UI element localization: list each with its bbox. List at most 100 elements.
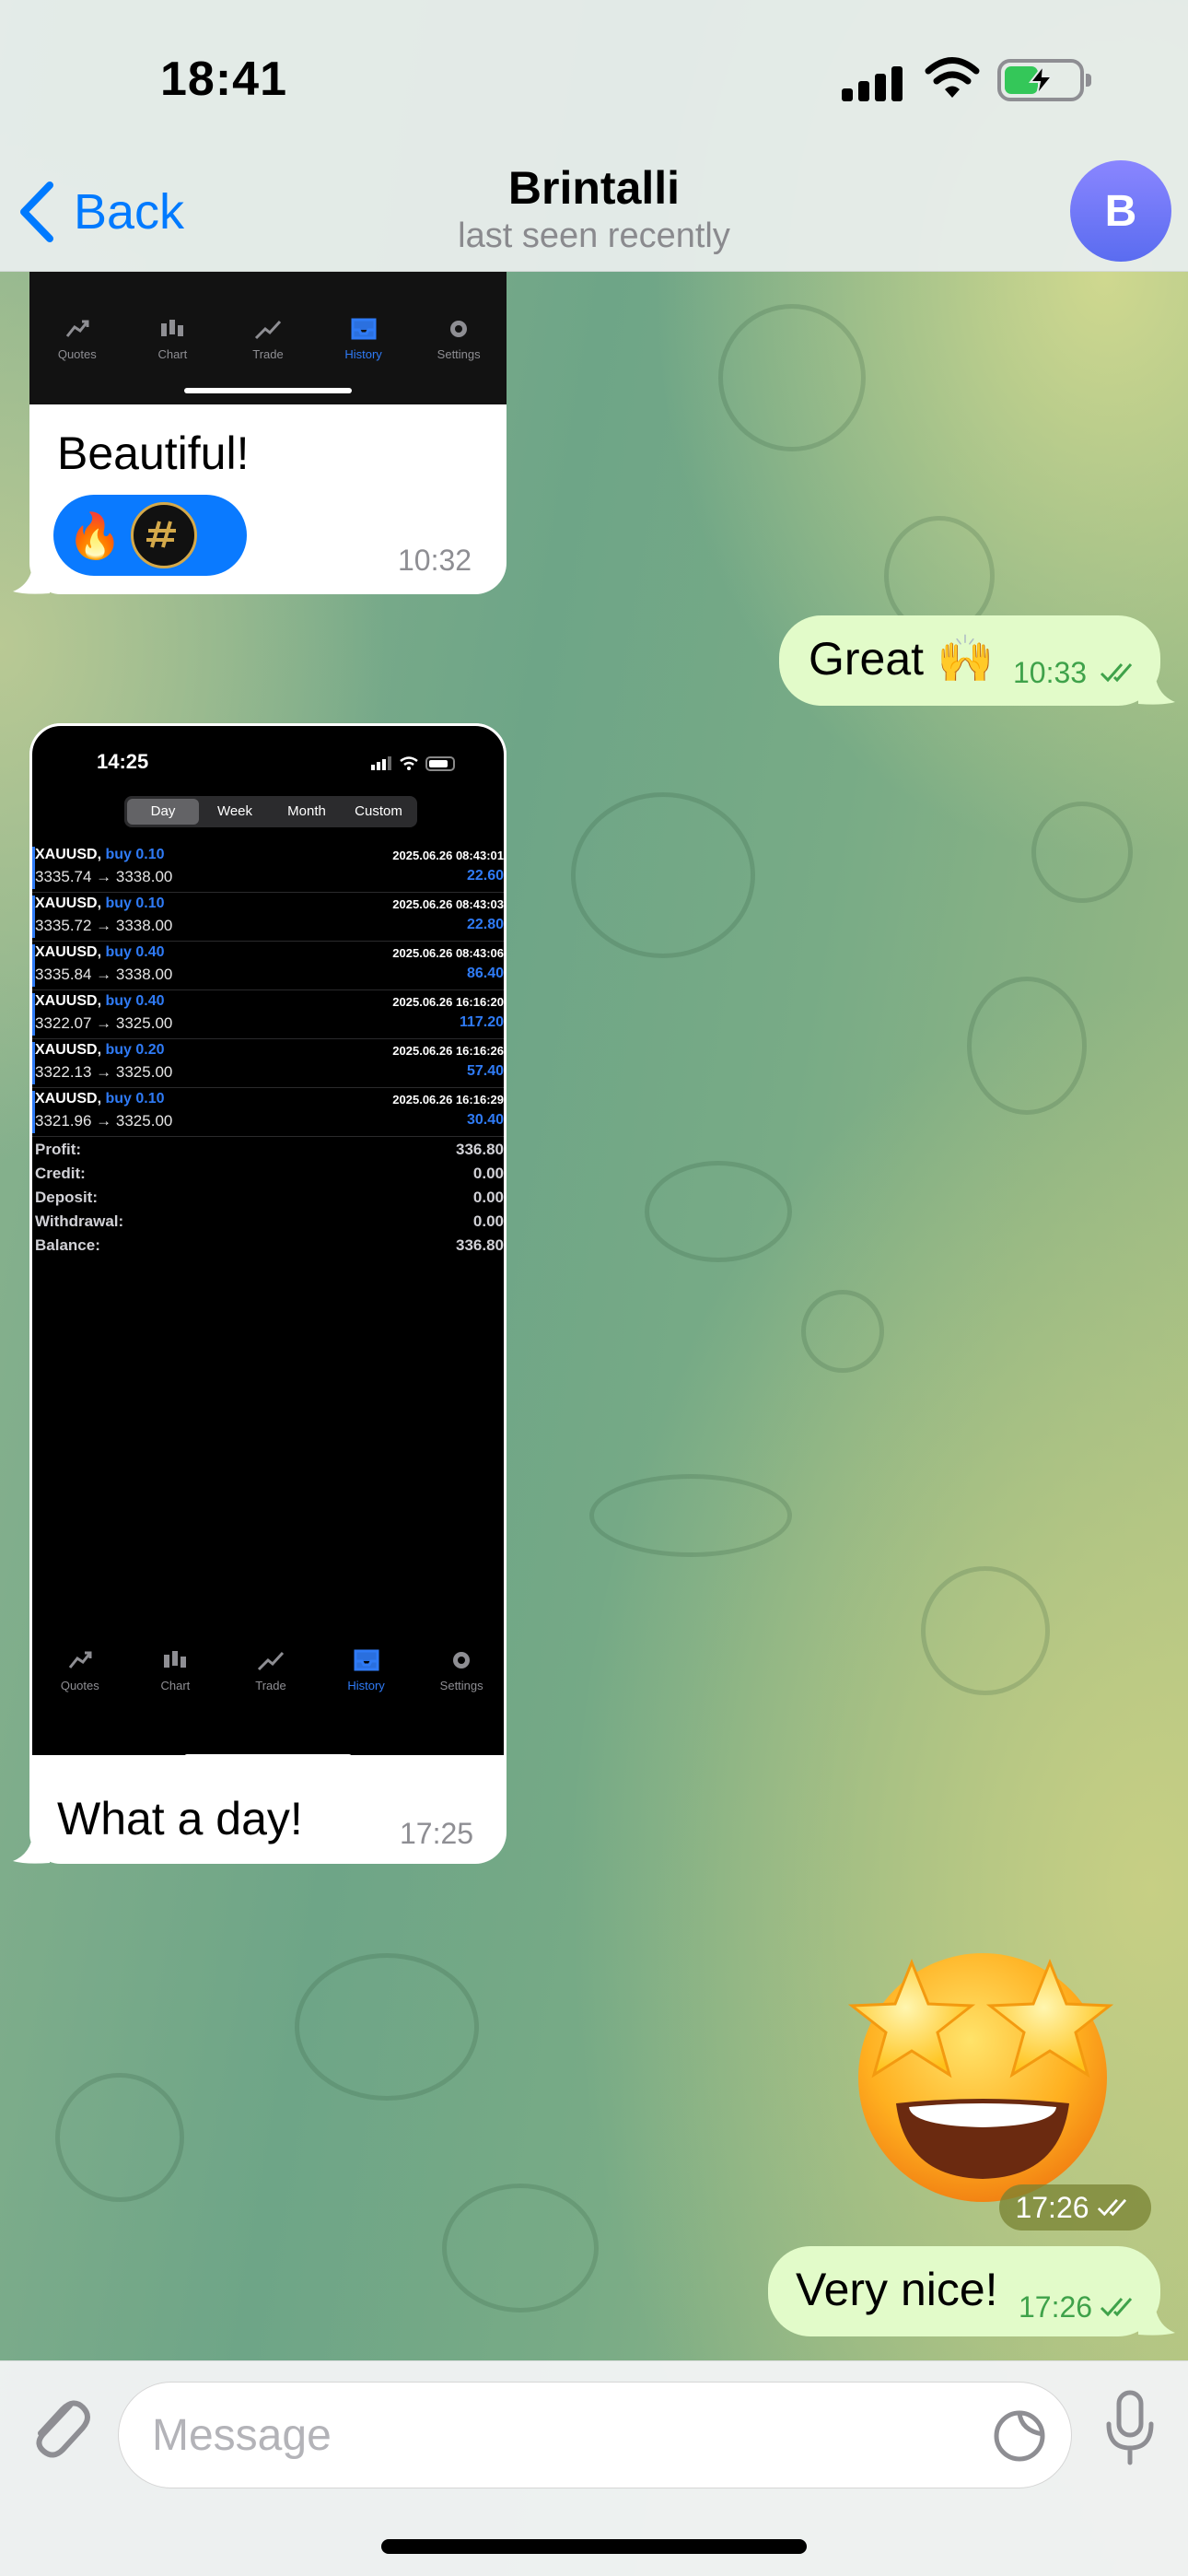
- tab-history: History: [319, 1647, 414, 1692]
- deal-side: buy 0.10: [105, 1091, 165, 1107]
- trade-icon: [254, 320, 282, 340]
- deal-date: 2025.06.26 16:16:29: [392, 1093, 504, 1107]
- deal-symbol: XAUUSD, buy 0.40: [35, 944, 165, 960]
- deal-row: XAUUSD, buy 0.10 2025.06.26 08:43:03 3335.…: [32, 893, 504, 942]
- quotes-icon: [68, 1651, 92, 1669]
- read-checkmarks-icon: [1100, 2298, 1133, 2317]
- message-field[interactable]: [118, 2382, 1072, 2488]
- outgoing-message[interactable]: Great 🙌 10:33: [779, 615, 1160, 706]
- incoming-photo-message[interactable]: Quotes Chart Trade History Settings Beau…: [29, 272, 507, 594]
- deal-row: XAUUSD, buy 0.10 2025.06.26 16:16:29 3321.…: [32, 1088, 504, 1137]
- message-text: Great 🙌: [809, 633, 995, 685]
- trade-icon: [257, 1651, 285, 1671]
- summary-value: 336.80: [456, 1236, 504, 1254]
- summary-value: 0.00: [472, 1188, 504, 1206]
- chat-title[interactable]: Brintalli: [0, 161, 1188, 215]
- tab-chart: Chart: [125, 316, 221, 361]
- summary-label: Profit:: [35, 1141, 82, 1158]
- message-text: Beautiful!: [57, 427, 250, 479]
- message-time: 17:26: [1019, 2290, 1093, 2324]
- deal-date: 2025.06.26 08:43:01: [392, 849, 504, 862]
- home-indicator: [381, 2539, 807, 2554]
- deal-symbol: XAUUSD, buy 0.40: [35, 993, 165, 1009]
- outgoing-message[interactable]: Very nice! 17:26: [768, 2246, 1160, 2336]
- bubble-tail: [13, 1832, 50, 1864]
- deal-prices: 3335.74 → 3338.00: [35, 868, 173, 885]
- wifi-icon: [925, 57, 980, 98]
- tab-settings: Settings: [411, 316, 507, 361]
- read-checkmarks-icon: [1097, 2198, 1126, 2217]
- message-text: What a day!: [57, 1793, 303, 1844]
- message-reactions[interactable]: 🔥: [53, 495, 247, 576]
- tab-trade: Trade: [223, 1647, 319, 1692]
- microphone-icon[interactable]: [1101, 2389, 1159, 2466]
- avatar[interactable]: B: [1070, 160, 1171, 262]
- deal-row: XAUUSD, buy 0.40 2025.06.26 16:16:20 3322.…: [32, 990, 504, 1039]
- deal-side: buy 0.40: [105, 993, 165, 1009]
- cellular-signal-icon: [842, 64, 906, 101]
- tab-quotes: Quotes: [32, 1647, 128, 1692]
- deal-profit: 57.40: [466, 1063, 504, 1079]
- deal-row: XAUUSD, buy 0.40 2025.06.26 08:43:06 3335.…: [32, 942, 504, 990]
- deal-date: 2025.06.26 16:16:26: [392, 1044, 504, 1058]
- chat-status: last seen recently: [458, 217, 730, 255]
- deal-prices: 3335.72 → 3338.00: [35, 917, 173, 934]
- bubble-tail: [13, 562, 50, 594]
- deal-side: buy 0.20: [105, 1042, 165, 1058]
- summary-value: 336.80: [456, 1141, 504, 1158]
- deal-profit: 117.20: [459, 1014, 504, 1030]
- deal-row: XAUUSD, buy 0.10 2025.06.26 08:43:01 3335.…: [32, 844, 504, 893]
- segment-month: Month: [287, 803, 326, 819]
- summary-row: Withdrawal: 0.00: [32, 1212, 504, 1236]
- segment-day: Day: [127, 799, 199, 825]
- summary-value: 0.00: [472, 1165, 504, 1182]
- sticker-time-badge: 17:26: [999, 2184, 1151, 2231]
- screenshot-home-indicator: [184, 1754, 352, 1755]
- deal-side: buy 0.40: [105, 944, 165, 960]
- deal-symbol: XAUUSD, buy 0.10: [35, 896, 165, 911]
- summary-row: Profit: 336.80: [32, 1141, 504, 1165]
- message-text: Very nice!: [796, 2264, 998, 2315]
- screenshot-tabbar: Quotes Chart Trade History Settings: [29, 316, 507, 361]
- bubble-tail: [1138, 673, 1175, 705]
- summary-label: Withdrawal:: [35, 1212, 124, 1230]
- deal-prices: 3322.13 → 3325.00: [35, 1063, 173, 1081]
- settings-icon: [450, 321, 468, 337]
- hashtag-logo-icon: [146, 521, 176, 548]
- screenshot-tabbar: Quotes Chart Trade History Settings: [32, 1647, 504, 1692]
- sticker-icon[interactable]: [992, 2408, 1047, 2464]
- read-checkmarks-icon: [1100, 663, 1133, 683]
- message-input[interactable]: [152, 2383, 962, 2488]
- deal-prices: 3335.84 → 3338.00: [35, 966, 173, 983]
- summary-row: Balance: 336.80: [32, 1236, 504, 1260]
- deal-prices: 3322.07 → 3325.00: [35, 1014, 173, 1032]
- history-icon: [351, 318, 377, 340]
- deal-row: XAUUSD, buy 0.20 2025.06.26 16:16:26 3322.…: [32, 1039, 504, 1088]
- deal-profit: 22.80: [466, 917, 504, 932]
- screenshot-status-icons: [371, 756, 455, 771]
- shared-screenshot-image[interactable]: Quotes Chart Trade History Settings: [29, 272, 507, 404]
- reactor-avatar: [131, 502, 197, 568]
- incoming-photo-message[interactable]: 14:25 Day Week Month Custom XAUUSD, buy …: [29, 723, 507, 1864]
- message-time: 10:33: [1013, 656, 1088, 689]
- segment-custom: Custom: [355, 803, 402, 819]
- screenshot-status-time: 14:25: [97, 750, 149, 773]
- paperclip-icon[interactable]: [26, 2389, 92, 2463]
- message-time: 17:25: [400, 1817, 474, 1850]
- deal-date: 2025.06.26 16:16:20: [392, 995, 504, 1009]
- battery-icon: [997, 59, 1091, 101]
- message-time: 17:26: [1015, 2190, 1089, 2224]
- shared-screenshot-image[interactable]: 14:25 Day Week Month Custom XAUUSD, buy …: [29, 723, 507, 1758]
- deal-date: 2025.06.26 08:43:06: [392, 946, 504, 960]
- star-struck-emoji-icon[interactable]: [824, 1930, 1142, 2207]
- deal-prices: 3321.96 → 3325.00: [35, 1112, 173, 1130]
- summary-value: 0.00: [472, 1212, 504, 1230]
- period-segmented-control: Day Week Month Custom: [124, 796, 417, 827]
- tab-quotes: Quotes: [29, 316, 125, 361]
- summary-label: Deposit:: [35, 1188, 98, 1206]
- deal-symbol: XAUUSD, buy 0.10: [35, 847, 165, 862]
- summary-row: Deposit: 0.00: [32, 1188, 504, 1212]
- status-time: 18:41: [160, 53, 287, 106]
- history-icon: [354, 1649, 379, 1671]
- fire-reaction[interactable]: 🔥: [66, 509, 123, 562]
